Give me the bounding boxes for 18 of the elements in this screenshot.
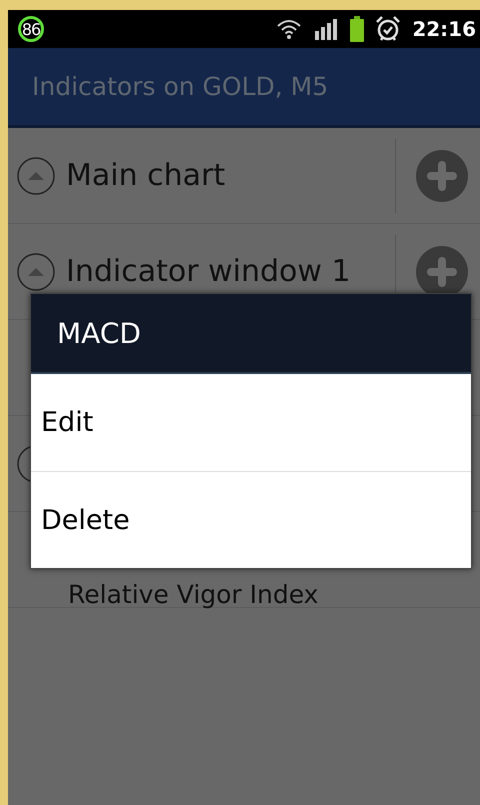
collapse-icon[interactable] [16, 156, 56, 196]
wifi-icon [276, 18, 302, 40]
dialog-title: MACD [31, 294, 471, 374]
screen-title: Indicators on GOLD, M5 [32, 72, 328, 101]
add-button[interactable] [416, 150, 468, 202]
alarm-clock-icon [376, 16, 400, 42]
notification-badge: 86 [18, 16, 44, 42]
indicator-name[interactable]: Relative Vigor Index [68, 580, 318, 609]
menu-item[interactable]: Edit [31, 374, 471, 471]
menu-item[interactable]: Delete [31, 471, 471, 568]
clock-time: 22:16 [412, 17, 476, 41]
plus-icon [427, 160, 457, 190]
window-title[interactable]: Indicator window 1 [66, 254, 395, 289]
window-title[interactable]: Main chart [66, 158, 395, 193]
collapse-icon[interactable] [16, 252, 56, 292]
signal-icon [314, 17, 338, 41]
plus-icon [427, 256, 457, 286]
battery-icon [350, 16, 364, 42]
